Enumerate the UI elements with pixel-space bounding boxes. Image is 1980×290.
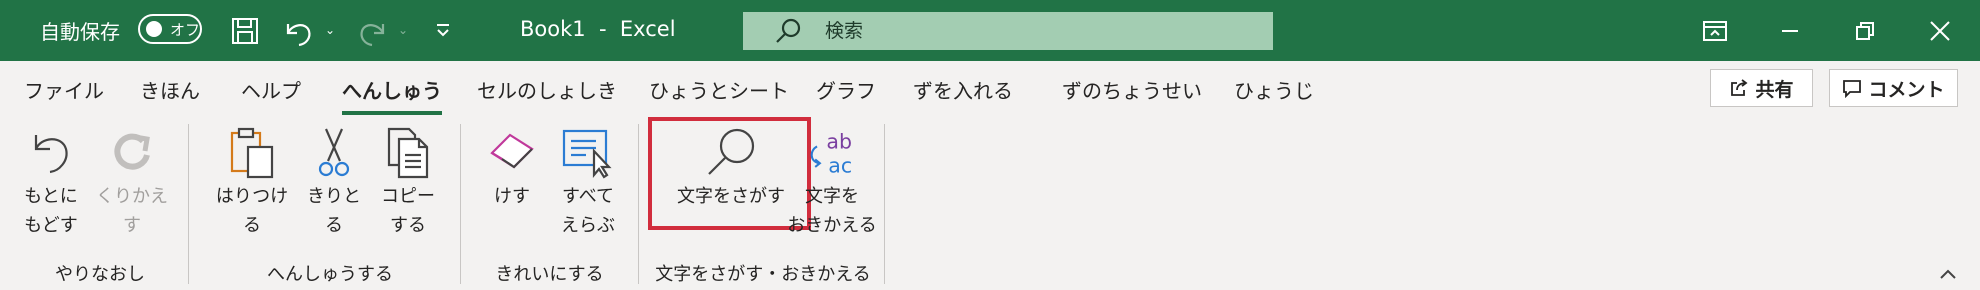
share-button[interactable]: 共有 [1710, 69, 1813, 107]
group-separator [884, 124, 885, 284]
comment-button[interactable]: コメント [1829, 69, 1958, 107]
tab-file[interactable]: ファイル [24, 75, 104, 104]
repeat-icon [104, 124, 160, 180]
redo-dropdown-icon[interactable]: ⌄ [395, 20, 411, 40]
search-box[interactable] [743, 12, 1273, 50]
close-icon[interactable] [1910, 12, 1970, 50]
copy-label-1: コピー [381, 186, 435, 207]
search-icon [776, 18, 801, 43]
copy-button[interactable]: コピー する [374, 124, 442, 240]
scissors-icon [306, 124, 362, 180]
select-all-label-2: えらぶ [561, 215, 615, 236]
toggle-knob [146, 21, 162, 37]
replace-button[interactable]: ab ac 文字を おきかえる [782, 124, 882, 240]
group-separator [188, 124, 189, 284]
minimize-icon[interactable] [1760, 12, 1820, 50]
customize-quick-access-icon[interactable] [432, 18, 454, 42]
tab-edit[interactable]: へんしゅう [342, 75, 442, 115]
replace-icon-top: ab [826, 129, 852, 153]
tab-table-sheet[interactable]: ひょうとシート [649, 75, 789, 104]
select-all-button[interactable]: すべて えらぶ [550, 124, 626, 240]
group-label-clean: きれいにする [495, 264, 604, 285]
group-label-undo: やりなおし [55, 264, 145, 285]
clear-button[interactable]: けす [480, 124, 544, 211]
comment-icon [1843, 80, 1862, 98]
tab-home[interactable]: きほん [140, 75, 200, 104]
toggle-state: オフ [170, 20, 201, 39]
replace-label-2: おきかえる [787, 215, 877, 236]
eraser-icon [484, 124, 540, 180]
ribbon-tabs: ファイル きほん ヘルプ へんしゅう セルのしょしき ひょうとシート グラフ ず… [0, 61, 1980, 115]
paste-label: はりつける [215, 186, 289, 236]
tab-view[interactable]: ひょうじ [1234, 75, 1314, 104]
group-separator [460, 124, 461, 284]
tab-cell-format[interactable]: セルのしょしき [477, 75, 617, 104]
select-all-label-1: すべて [561, 186, 615, 207]
select-all-icon [560, 124, 616, 180]
redo-label: くりかえす [96, 186, 168, 236]
copy-label-2: する [390, 215, 426, 236]
collapse-ribbon-icon[interactable] [1938, 266, 1960, 284]
document-title: Book1 - Excel [520, 17, 676, 41]
group-label-find-replace: 文字をさがす・おきかえる [655, 264, 871, 285]
undo-button[interactable]: もとに もどす [20, 124, 82, 240]
tab-help[interactable]: ヘルプ [241, 75, 301, 104]
paste-icon [224, 124, 280, 180]
share-label: 共有 [1755, 78, 1794, 101]
undo-large-icon [23, 124, 79, 180]
cut-label: きりとる [307, 186, 361, 236]
redo-icon[interactable] [355, 14, 389, 48]
restore-icon[interactable] [1835, 12, 1895, 50]
share-icon [1731, 79, 1748, 96]
redo-button[interactable]: くりかえす [88, 124, 176, 240]
group-label-edit: へんしゅうする [267, 264, 393, 285]
active-tab-underline [342, 111, 442, 115]
search-input[interactable] [823, 19, 1207, 43]
paste-button[interactable]: はりつける [208, 124, 296, 240]
tab-insert-shapes[interactable]: ずを入れる [913, 75, 1013, 104]
save-icon[interactable] [230, 16, 260, 46]
clear-label: けす [494, 186, 530, 207]
replace-label-1: 文字を [805, 186, 859, 207]
tab-shape-adjust[interactable]: ずのちょうせい [1062, 75, 1202, 104]
ribbon-display-options-icon[interactable] [1685, 12, 1745, 50]
comment-label: コメント [1868, 78, 1945, 101]
replace-icon-bottom: ac [828, 154, 852, 178]
replace-icon: ab ac [804, 124, 860, 180]
undo-dropdown-icon[interactable]: ⌄ [322, 20, 338, 40]
cut-button[interactable]: きりとる [300, 124, 368, 240]
title-bar: 自動保存 オフ ⌄ ⌄ Book1 - Excel [0, 0, 1980, 61]
tab-chart[interactable]: グラフ [816, 75, 876, 104]
autosave-label: 自動保存 [40, 19, 120, 44]
undo-label-1: もとに [24, 186, 78, 207]
tab-edit-label: へんしゅう [342, 79, 442, 103]
group-separator [638, 124, 639, 284]
autosave-toggle[interactable]: オフ [138, 14, 202, 44]
undo-label-2: もどす [24, 215, 78, 236]
undo-icon[interactable] [282, 14, 316, 48]
copy-icon [380, 124, 436, 180]
